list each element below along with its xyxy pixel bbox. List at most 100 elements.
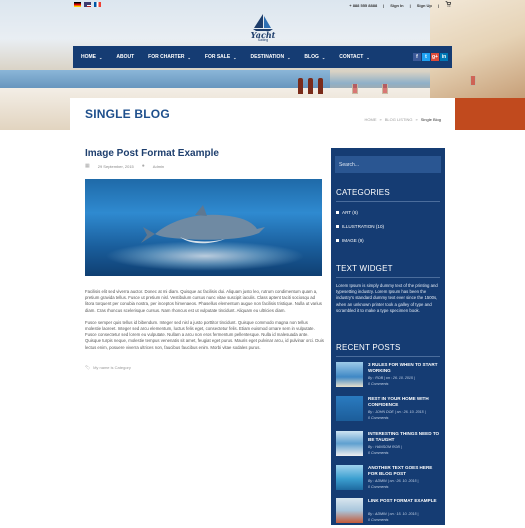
recent-post-comments[interactable]: 0 Comments [368,485,388,489]
post-paragraph: Fusce semper quis tellus id bibendum. In… [85,319,324,350]
breadcrumb-separator-icon: » [415,117,418,122]
divider [336,277,440,278]
recent-post-thumbnail[interactable] [336,431,363,456]
post-date: 29 September, 2015 [97,163,134,169]
chevron-down-icon: ⌄ [366,54,370,60]
recent-post-title[interactable]: ANOTHER TEXT GOES HERE FOR BLOG POST [368,465,440,477]
post-title[interactable]: Image Post Format Example [85,148,325,159]
tag-icon: 🏷 [85,364,91,370]
bullet-icon [336,211,339,214]
glass-decor [352,84,358,94]
recent-post-comments[interactable]: 0 Comments [368,382,388,386]
divider [336,356,440,357]
nav-item-blog[interactable]: BLOG ⌄ [304,54,325,60]
facebook-icon[interactable]: f [413,53,421,61]
divider [336,201,440,202]
categories-heading: CATEGORIES [336,188,390,197]
category-item[interactable]: ART (6) [336,210,358,215]
phone-number: + 888 555 8888 [349,2,378,8]
recent-post-item[interactable]: LINK POST FORMAT EXAMPLE By : ADMIN | on… [336,498,440,528]
bottle-decor [308,78,313,94]
bottle-decor [318,78,323,94]
recent-post-meta: By : JOHN DOE | on : 26. 10. 2015 | [368,410,426,414]
recent-post-thumbnail[interactable] [336,396,363,421]
site-logo[interactable]: Yacht Sailing [243,12,283,42]
recent-post-meta: By : ADMIN | on : 26. 10. 2015 | [368,479,419,483]
recent-post-meta: By : ADMIN | on : 15. 10. 2015 | [368,512,419,516]
recent-post-item[interactable]: INTERESTING THINGS NEED TO BE TAUGHT By … [336,431,440,461]
google-plus-icon[interactable]: g+ [431,53,439,61]
search-input[interactable]: Search... [335,156,441,173]
german-flag-icon[interactable] [74,2,81,7]
page-title: SINGLE BLOG [85,107,170,121]
breadcrumb: HOME » BLOG LISTING » Single Blog [364,117,441,122]
recent-post-item[interactable]: REST IN YOUR HOME WITH CONFIDENCE By : J… [336,396,440,426]
recent-post-comments[interactable]: 0 Comments [368,518,388,522]
sign-up-link[interactable]: Sign Up [417,3,432,8]
post-category-link[interactable]: My name is Category [93,365,131,370]
nav-item-home[interactable]: HOME ⌄ [81,54,102,60]
breadcrumb-separator-icon: » [379,117,382,122]
sign-in-link[interactable]: Sign In [390,3,403,8]
chevron-down-icon: ⌄ [187,54,191,60]
recent-post-title[interactable]: 3 RULES FOR WHEN TO START WORKING [368,362,440,374]
recent-post-thumbnail[interactable] [336,498,363,523]
top-links: + 888 555 8888 | Sign In | Sign Up | [349,1,452,9]
social-links: f t g+ in [413,53,448,61]
post-author[interactable]: Admin [153,164,164,169]
recent-post-item[interactable]: 3 RULES FOR WHEN TO START WORKING By : R… [336,362,440,392]
recent-post-thumbnail[interactable] [336,465,363,490]
recent-post-title[interactable]: REST IN YOUR HOME WITH CONFIDENCE [368,396,440,408]
recent-posts-heading: RECENT POSTS [336,343,401,352]
logo-tagline: Sailing [257,38,269,42]
post-image [85,179,322,276]
glass-decor [470,76,476,86]
post-meta: ▦ 29 September, 2015 ● Admin [85,163,325,169]
chevron-down-icon: ⌄ [321,54,326,60]
bottle-decor [298,78,303,94]
breadcrumb-blog-listing[interactable]: BLOG LISTING [385,117,413,122]
twitter-icon[interactable]: t [422,53,430,61]
cart-icon[interactable] [445,1,452,9]
post-paragraph: Facilisis elit sed viverra auctor. Donec… [85,289,322,313]
us-flag-icon[interactable] [84,2,91,7]
language-flags [74,2,101,7]
chevron-down-icon: ⌄ [99,54,103,60]
sailboat-icon [253,14,273,31]
glass-decor [382,84,388,94]
recent-post-meta: By : ROB | on : 26. 10. 2015 | [368,376,415,380]
bullet-icon [336,225,339,228]
chevron-down-icon: ⌄ [287,54,291,60]
breadcrumb-home[interactable]: HOME [364,117,376,122]
main-navigation: HOME ⌄ ABOUT FOR CHARTER ⌄ FOR SALE ⌄ DESTI… [73,46,452,68]
page-title-bar: SINGLE BLOG HOME » BLOG LISTING » Single… [70,98,455,130]
text-widget-body: Lorem Ipsum is simply dummy text of the … [336,283,438,313]
user-icon: ● [141,163,145,169]
recent-post-item[interactable]: ANOTHER TEXT GOES HERE FOR BLOG POST By … [336,465,440,495]
nav-item-for-charter[interactable]: FOR CHARTER ⌄ [148,54,191,60]
category-item[interactable]: ILLUSTRATION (10) [336,224,384,229]
recent-post-title[interactable]: LINK POST FORMAT EXAMPLE [368,498,440,504]
sidebar: Search... CATEGORIES ART (6) ILLUSTRATIO… [331,148,445,525]
nav-item-for-sale[interactable]: FOR SALE ⌄ [205,54,237,60]
nav-item-contact[interactable]: CONTACT ⌄ [339,54,369,60]
cushion-decor [445,98,525,130]
recent-post-comments[interactable]: 0 Comments [368,416,388,420]
calendar-icon: ▦ [85,163,90,169]
recent-post-thumbnail[interactable] [336,362,363,387]
nav-item-about[interactable]: ABOUT [116,54,134,60]
recent-post-meta: By : HANSOM ROB | [368,445,402,449]
chevron-down-icon: ⌄ [233,54,237,60]
bullet-icon [336,239,339,242]
dolphin-image [141,205,265,244]
text-widget-heading: TEXT WIDGET [336,264,393,273]
french-flag-icon[interactable] [94,2,101,7]
recent-post-title[interactable]: INTERESTING THINGS NEED TO BE TAUGHT [368,431,440,443]
nav-item-destination[interactable]: DESTINATION ⌄ [251,54,291,60]
post-content: Image Post Format Example ▦ 29 September… [85,148,325,370]
recent-post-comments[interactable]: 0 Comments [368,451,388,455]
category-item[interactable]: IMAGE (9) [336,238,364,243]
post-tags: 🏷 My name is Category [85,365,325,370]
linkedin-icon[interactable]: in [440,53,448,61]
top-bar: + 888 555 8888 | Sign In | Sign Up | [70,0,455,9]
